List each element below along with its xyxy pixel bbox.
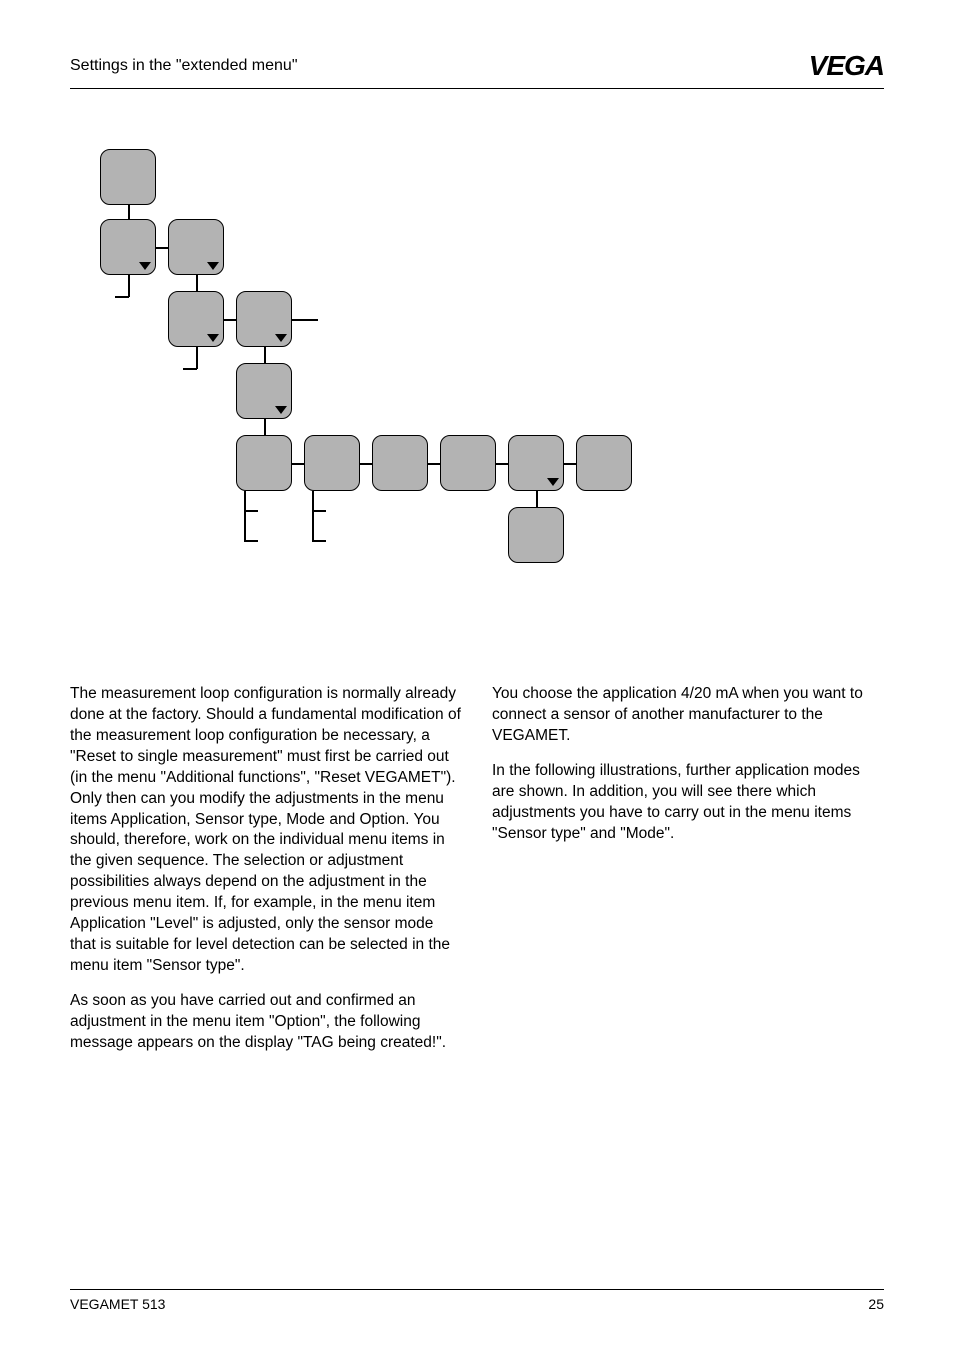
diagram-connector (156, 247, 168, 249)
diagram-node (576, 435, 632, 491)
chevron-down-icon (207, 334, 219, 342)
diagram-connector (128, 275, 130, 297)
diagram-node (236, 363, 292, 419)
diagram-node (304, 435, 360, 491)
body-paragraph: In the following illustrations, further … (492, 761, 884, 845)
diagram-node (236, 435, 292, 491)
diagram-connector (264, 347, 266, 363)
footer-page-number: 25 (868, 1296, 884, 1312)
body-paragraph: As soon as you have carried out and conf… (70, 991, 462, 1054)
diagram-node (100, 219, 156, 275)
diagram-node (168, 219, 224, 275)
diagram-node (372, 435, 428, 491)
diagram-connector (564, 463, 576, 465)
diagram-connector (360, 463, 372, 465)
diagram-connector (312, 540, 326, 542)
diagram-connector (244, 540, 258, 542)
diagram-connector (264, 419, 266, 435)
body-columns: The measurement loop configuration is no… (70, 684, 884, 1068)
left-column: The measurement loop configuration is no… (70, 684, 462, 1068)
chevron-down-icon (139, 262, 151, 270)
diagram-connector (312, 510, 326, 512)
diagram-connector (312, 491, 314, 541)
header-title: Settings in the "extended menu" (70, 57, 298, 75)
chevron-down-icon (275, 334, 287, 342)
diagram-connector (196, 275, 198, 291)
diagram-connector (244, 491, 246, 541)
diagram-node (440, 435, 496, 491)
diagram-node (236, 291, 292, 347)
diagram-connector (292, 319, 318, 321)
diagram-connector (536, 491, 538, 507)
diagram-node (508, 507, 564, 563)
footer-left: VEGAMET 513 (70, 1296, 165, 1312)
page-footer: VEGAMET 513 25 (70, 1289, 884, 1312)
right-column: You choose the application 4/20 mA when … (492, 684, 884, 1068)
diagram-connector (496, 463, 508, 465)
diagram-connector (196, 347, 198, 369)
diagram-connector (115, 296, 129, 298)
diagram-connector (224, 319, 236, 321)
diagram-connector (128, 205, 130, 219)
diagram-connector (292, 463, 304, 465)
diagram-node (100, 149, 156, 205)
diagram-connector (183, 368, 197, 370)
page-header: Settings in the "extended menu" VEGA (70, 50, 884, 89)
brand-logo: VEGA (809, 50, 884, 82)
diagram-connector (428, 463, 440, 465)
diagram-connector (244, 510, 258, 512)
body-paragraph: The measurement loop configuration is no… (70, 684, 462, 977)
chevron-down-icon (547, 478, 559, 486)
diagram-node (508, 435, 564, 491)
chevron-down-icon (207, 262, 219, 270)
chevron-down-icon (275, 406, 287, 414)
body-paragraph: You choose the application 4/20 mA when … (492, 684, 884, 747)
menu-tree-diagram (100, 149, 660, 639)
diagram-node (168, 291, 224, 347)
